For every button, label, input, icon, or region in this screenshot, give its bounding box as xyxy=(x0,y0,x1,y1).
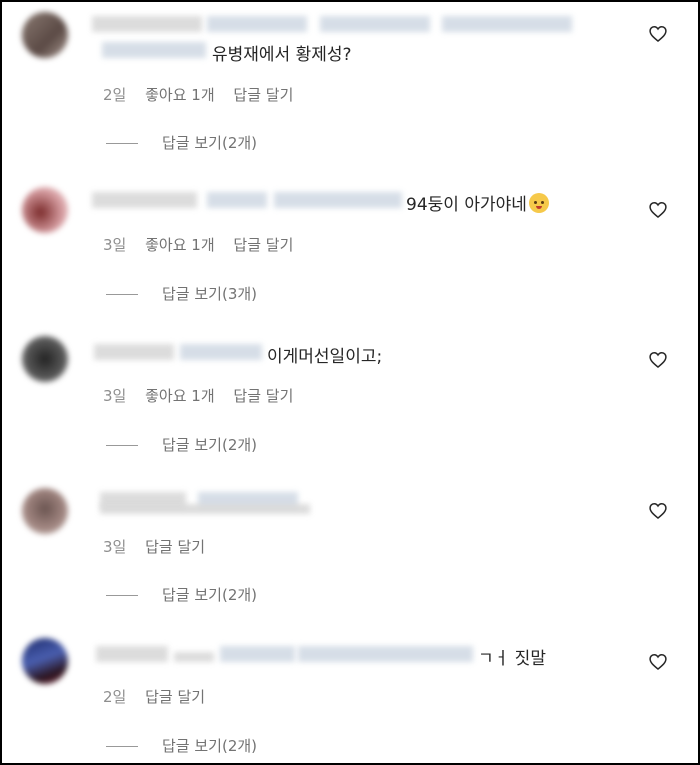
comment-meta: 2일 좋아요 1개 답글 달기 xyxy=(103,84,307,105)
view-replies-label: 답글 보기(3개) xyxy=(162,285,258,303)
comment-meta: 3일 좋아요 1개 답글 달기 xyxy=(103,385,307,406)
view-replies-label: 답글 보기(2개) xyxy=(162,586,258,604)
heart-icon[interactable] xyxy=(648,200,668,220)
divider-line xyxy=(106,595,138,596)
redacted-text xyxy=(207,16,307,32)
comment-age: 3일 xyxy=(103,387,127,405)
view-replies-button[interactable]: 답글 보기(2개) xyxy=(106,735,257,756)
view-replies-button[interactable]: 답글 보기(3개) xyxy=(106,283,257,304)
baby-face-emoji-icon xyxy=(528,193,549,213)
reply-button[interactable]: 답글 달기 xyxy=(233,387,293,405)
divider-line xyxy=(106,445,138,446)
reply-button[interactable]: 답글 달기 xyxy=(145,688,205,706)
comment-age: 2일 xyxy=(103,86,127,104)
comment-age: 2일 xyxy=(103,688,127,706)
comment-text: 94둥이 아가야네 xyxy=(406,190,549,215)
avatar[interactable] xyxy=(22,488,68,534)
likes-count[interactable]: 좋아요 1개 xyxy=(145,236,215,254)
heart-icon[interactable] xyxy=(648,652,668,672)
divider-line xyxy=(106,746,138,747)
divider-line xyxy=(106,143,138,144)
redacted-text xyxy=(442,16,572,32)
redacted-text xyxy=(274,192,402,208)
redacted-username[interactable] xyxy=(92,16,202,32)
view-replies-label: 답글 보기(2개) xyxy=(162,436,258,454)
view-replies-button[interactable]: 답글 보기(2개) xyxy=(106,434,257,455)
reply-button[interactable]: 답글 달기 xyxy=(233,236,293,254)
comment-text: ㄱㅓ 짓말 xyxy=(478,649,546,669)
redacted-username[interactable] xyxy=(96,646,168,662)
avatar[interactable] xyxy=(22,638,68,684)
view-replies-button[interactable]: 답글 보기(2개) xyxy=(106,132,257,153)
heart-icon[interactable] xyxy=(648,350,668,370)
avatar[interactable] xyxy=(22,336,68,382)
redacted-text xyxy=(174,652,214,662)
redacted-username[interactable] xyxy=(92,192,197,208)
avatar[interactable] xyxy=(22,187,68,233)
comment-meta: 3일 좋아요 1개 답글 달기 xyxy=(103,234,307,255)
redacted-text xyxy=(102,42,206,58)
redacted-text xyxy=(320,16,430,32)
comment-list: 유병재에서 황제성? 2일 좋아요 1개 답글 달기 답글 보기(2개) 94둥… xyxy=(0,0,700,765)
view-replies-label: 답글 보기(2개) xyxy=(162,134,258,152)
view-replies-label: 답글 보기(2개) xyxy=(162,737,258,755)
divider-line xyxy=(106,294,138,295)
likes-count[interactable]: 좋아요 1개 xyxy=(145,86,215,104)
avatar[interactable] xyxy=(22,12,68,58)
reply-button[interactable]: 답글 달기 xyxy=(233,86,293,104)
redacted-text xyxy=(100,504,310,514)
comment-meta: 3일 답글 달기 xyxy=(103,536,219,557)
redacted-text xyxy=(220,646,295,662)
redacted-username[interactable] xyxy=(94,344,174,360)
redacted-text xyxy=(207,192,267,208)
comment-text: 이게머선일이고; xyxy=(267,347,383,367)
comment-age: 3일 xyxy=(103,538,127,556)
reply-button[interactable]: 답글 달기 xyxy=(145,538,205,556)
likes-count[interactable]: 좋아요 1개 xyxy=(145,387,215,405)
comment-text-content: 94둥이 아가야네 xyxy=(406,195,527,215)
comment-age: 3일 xyxy=(103,236,127,254)
heart-icon[interactable] xyxy=(648,24,668,44)
view-replies-button[interactable]: 답글 보기(2개) xyxy=(106,584,257,605)
comment-text: 유병재에서 황제성? xyxy=(212,45,352,65)
redacted-text xyxy=(298,646,473,662)
redacted-text xyxy=(180,344,262,360)
heart-icon[interactable] xyxy=(648,501,668,521)
comment-meta: 2일 답글 달기 xyxy=(103,686,219,707)
